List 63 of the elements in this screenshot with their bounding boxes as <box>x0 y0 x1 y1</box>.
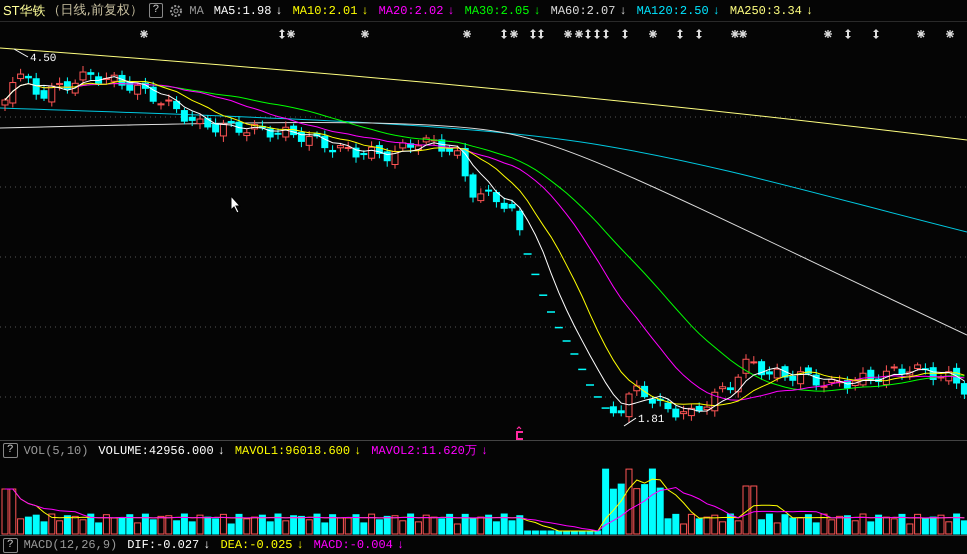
asterisk-icon <box>824 30 832 38</box>
price-label: 1.81 <box>638 414 664 426</box>
up-down-arrow-icon <box>501 29 507 39</box>
indicator-value: DIF:-0.027 <box>127 537 200 554</box>
up-down-arrow-icon <box>696 29 702 39</box>
down-arrow: ↓ <box>275 2 283 20</box>
down-arrow: ↓ <box>203 537 210 554</box>
down-arrow: ↓ <box>218 442 225 460</box>
asterisk-icon <box>917 30 925 38</box>
indicator-value: MA5:1.98 <box>214 2 272 20</box>
down-arrow: ↓ <box>533 2 541 20</box>
indicator-value: MAVOL1:96018.600 <box>234 442 350 460</box>
asterisk-icon <box>463 30 471 38</box>
indicator-value: MA250:3.34 <box>730 2 802 20</box>
indicator-name: MACD(12,26,9) <box>24 537 118 554</box>
down-arrow: ↓ <box>480 442 488 460</box>
letter-c-icon <box>516 426 523 440</box>
help-button[interactable]: ? <box>148 3 164 18</box>
asterisk-icon <box>649 30 657 38</box>
price-label: 4.50 <box>30 53 56 65</box>
leader-line <box>14 48 28 58</box>
down-arrow: ↓ <box>396 537 404 554</box>
indicator-name: MA <box>189 2 204 20</box>
asterisk-icon <box>510 30 518 38</box>
down-arrow: ↓ <box>806 2 814 20</box>
indicator-value: MA120:2.50 <box>636 2 709 20</box>
up-down-arrow-icon <box>530 29 536 39</box>
up-down-arrow-icon <box>279 29 285 39</box>
asterisk-icon <box>361 30 369 38</box>
down-arrow: ↓ <box>712 2 720 20</box>
up-down-arrow-icon <box>622 29 628 39</box>
chart-mode: （日线,前复权） <box>48 2 143 20</box>
up-down-arrow-icon <box>538 29 544 39</box>
asterisk-icon <box>946 30 954 38</box>
leader-line <box>624 418 636 426</box>
indicator-value: MA60:2.07 <box>550 2 616 20</box>
up-down-arrow-icon <box>677 29 683 39</box>
indicator-value: MA30:2.05 <box>464 2 530 20</box>
help-button[interactable]: ? <box>3 443 18 458</box>
up-down-arrow-icon <box>594 29 600 39</box>
up-down-arrow-icon <box>603 29 609 39</box>
down-arrow: ↓ <box>619 2 627 20</box>
stock-title: ST华铁 <box>3 2 46 20</box>
help-button[interactable]: ? <box>3 538 18 552</box>
down-arrow: ↓ <box>361 2 369 20</box>
indicator-value: MA10:2.01 <box>292 2 358 20</box>
down-arrow: ↓ <box>447 2 455 20</box>
up-down-arrow-icon <box>845 29 851 39</box>
indicator-value: VOLUME:42956.000 <box>98 442 214 460</box>
asterisk-icon <box>140 30 148 38</box>
mouse-cursor-icon <box>230 194 242 214</box>
asterisk-icon <box>564 30 572 38</box>
indicator-value: DEA:-0.025 <box>220 537 292 554</box>
indicator-value: MA20:2.02 <box>378 2 444 20</box>
indicator-name: VOL(5,10) <box>24 442 88 460</box>
asterisk-icon <box>575 30 583 38</box>
up-down-arrow-icon <box>873 29 879 39</box>
up-down-arrow-icon <box>585 29 591 39</box>
indicator-value: MACD:-0.004 <box>314 537 393 554</box>
indicator-value: MAVOL2:11.620万 <box>371 442 477 460</box>
down-arrow: ↓ <box>354 442 362 460</box>
down-arrow: ↓ <box>296 537 304 554</box>
asterisk-icon <box>287 30 295 38</box>
